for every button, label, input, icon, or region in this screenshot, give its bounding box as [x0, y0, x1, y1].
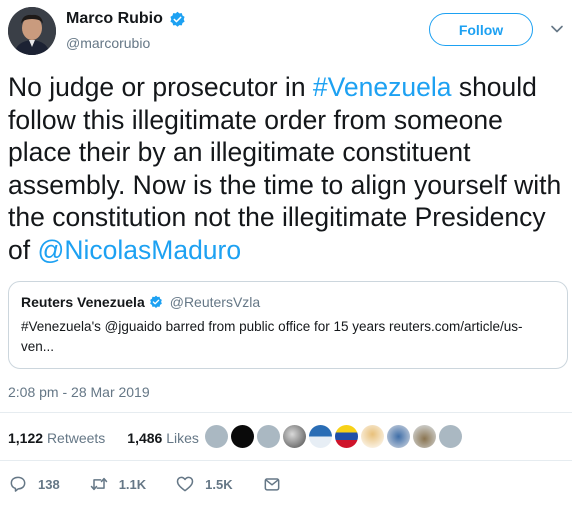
retweets-label: Retweets [46, 430, 106, 446]
like-button[interactable]: 1.5K [175, 474, 233, 494]
liker-avatar[interactable] [205, 425, 228, 448]
liker-avatar[interactable] [413, 425, 436, 448]
tweet-text: No judge or prosecutor in #Venezuela sho… [8, 71, 568, 266]
quoted-author-name: Reuters Venezuela [21, 294, 145, 310]
liker-avatar[interactable] [283, 425, 306, 448]
likes-label: Likes [166, 430, 199, 446]
liker-avatars [205, 425, 462, 448]
author-name[interactable]: Marco Rubio [66, 10, 163, 28]
author-name-row[interactable]: Marco Rubio [66, 10, 186, 28]
liker-avatar[interactable] [335, 425, 358, 448]
likes-count: 1,486 [127, 430, 163, 446]
tweet-timestamp[interactable]: 2:08 pm - 28 Mar 2019 [8, 384, 150, 400]
direct-message-button[interactable] [262, 474, 282, 494]
reply-count: 138 [38, 476, 60, 492]
reply-icon [10, 476, 26, 492]
like-count: 1.5K [205, 476, 233, 492]
retweet-count: 1.1K [118, 476, 147, 492]
reply-button[interactable]: 138 [8, 474, 60, 494]
divider [0, 412, 572, 413]
liker-avatar[interactable] [309, 425, 332, 448]
tweet-text-part: No judge or prosecutor in [8, 72, 313, 102]
liker-avatar[interactable] [231, 425, 254, 448]
retweet-button[interactable]: 1.1K [89, 474, 146, 494]
liker-avatar[interactable] [257, 425, 280, 448]
chevron-down-icon[interactable] [550, 22, 564, 36]
quoted-author-handle: @ReutersVzla [169, 294, 261, 310]
author-avatar[interactable] [8, 7, 56, 55]
author-photo [8, 7, 56, 55]
liker-avatar[interactable] [439, 425, 462, 448]
author-handle[interactable]: @marcorubio [66, 35, 150, 51]
tweet-stats: 1,122 Retweets 1,486 Likes [8, 430, 199, 446]
likes-stat[interactable]: 1,486 Likes [127, 430, 199, 446]
tweet-actions: 138 1.1K 1.5K [8, 474, 311, 494]
envelope-icon [264, 478, 280, 491]
divider [0, 460, 572, 461]
quoted-tweet-text: #Venezuela's @jguaido barred from public… [21, 319, 523, 354]
liker-avatar[interactable] [361, 425, 384, 448]
heart-icon [176, 476, 194, 492]
verified-badge-icon [149, 295, 162, 309]
mention-link[interactable]: @NicolasMaduro [37, 235, 241, 265]
quoted-tweet-header: Reuters Venezuela @ReutersVzla [21, 294, 555, 310]
verified-badge-icon [170, 11, 185, 27]
retweet-icon [90, 477, 107, 491]
follow-button[interactable]: Follow [429, 13, 533, 46]
retweets-stat[interactable]: 1,122 Retweets [8, 430, 105, 446]
quoted-tweet-card[interactable]: Reuters Venezuela @ReutersVzla #Venezuel… [8, 281, 568, 369]
liker-avatar[interactable] [387, 425, 410, 448]
retweets-count: 1,122 [8, 430, 44, 446]
hashtag-link[interactable]: #Venezuela [313, 72, 452, 102]
